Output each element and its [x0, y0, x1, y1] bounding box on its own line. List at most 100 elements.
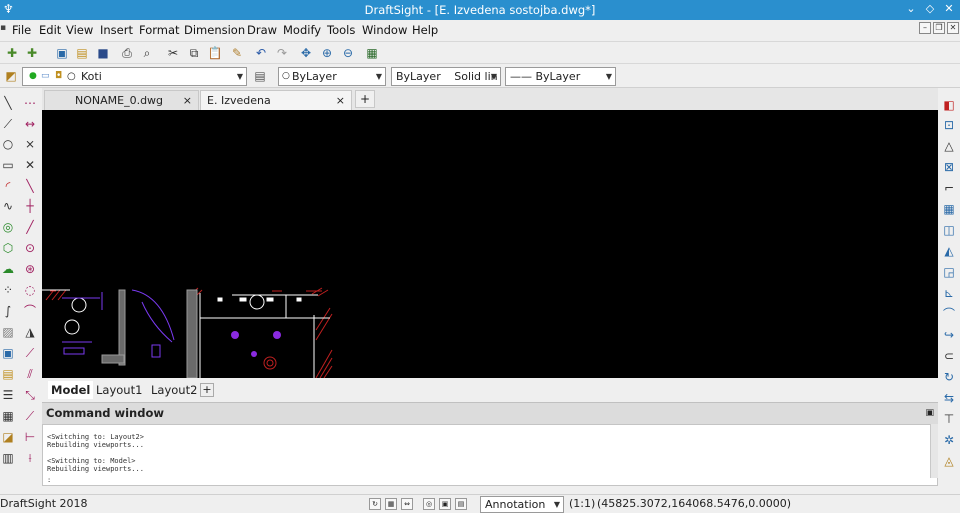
- open-folder-icon[interactable]: ▤: [74, 45, 90, 61]
- freehand-icon[interactable]: ∫: [0, 303, 16, 319]
- restore-icon[interactable]: ◇: [923, 2, 937, 16]
- menu-help[interactable]: Help: [412, 23, 438, 37]
- properties-palette-icon[interactable]: ▦: [364, 45, 380, 61]
- erase-icon[interactable]: ⊢: [22, 429, 38, 445]
- explode-icon[interactable]: ⊙: [22, 240, 38, 256]
- save-icon[interactable]: ■: [95, 45, 111, 61]
- polyline-icon[interactable]: ⟋: [0, 116, 16, 132]
- snap-nearest-icon[interactable]: ↪: [941, 327, 957, 343]
- drawing-canvas[interactable]: [42, 110, 938, 378]
- ortho-toggle-icon[interactable]: ⇔: [401, 498, 413, 510]
- snap-toggle-icon[interactable]: ↻: [369, 498, 381, 510]
- etrack-toggle-icon[interactable]: ▤: [455, 498, 467, 510]
- insert-block-icon[interactable]: ▥: [0, 450, 16, 466]
- layer-combo[interactable]: ● ▭ ◘ ○ Koti ▼: [22, 67, 247, 86]
- eraser-icon[interactable]: ◧: [941, 97, 957, 113]
- snap-settings-icon[interactable]: ✲: [941, 432, 957, 448]
- circle-icon[interactable]: ○: [0, 136, 16, 152]
- print-icon[interactable]: ⎙: [119, 45, 135, 61]
- menu-draw[interactable]: Draw: [247, 23, 277, 37]
- snap-center-icon[interactable]: ◫: [941, 222, 957, 238]
- point-icon[interactable]: ⁘: [0, 282, 16, 298]
- edit-length-icon[interactable]: ⟊: [22, 450, 38, 466]
- close-tab-icon[interactable]: ×: [336, 91, 345, 111]
- spline-icon[interactable]: ∿: [0, 198, 16, 214]
- close-tab-icon[interactable]: ×: [183, 91, 192, 111]
- undo-icon[interactable]: ↶: [253, 45, 269, 61]
- array-icon[interactable]: ⫽: [22, 366, 38, 382]
- block-icon[interactable]: ▣: [0, 345, 16, 361]
- esnap-toggle-icon[interactable]: ▣: [439, 498, 451, 510]
- new-tab-button[interactable]: +: [355, 90, 375, 108]
- copy-icon[interactable]: ⧉: [186, 45, 202, 61]
- fillet-icon[interactable]: ╱: [22, 219, 38, 235]
- table-icon[interactable]: ▤: [0, 366, 16, 382]
- grid-toggle-icon[interactable]: ▦: [385, 498, 397, 510]
- new-from-template-icon[interactable]: ✚: [24, 45, 40, 61]
- menu-tools[interactable]: Tools: [327, 23, 355, 37]
- move-icon[interactable]: ⤡: [22, 387, 38, 403]
- snap-tracking-icon[interactable]: ◬: [941, 453, 957, 469]
- pan-icon[interactable]: ✥: [298, 45, 314, 61]
- redo-icon[interactable]: ↷: [274, 45, 290, 61]
- close-icon[interactable]: ✕: [942, 2, 956, 16]
- snap-tangent-icon[interactable]: ◲: [941, 264, 957, 280]
- line-icon[interactable]: ╲: [0, 95, 16, 111]
- polygon-icon[interactable]: ⬡: [0, 240, 16, 256]
- open-icon[interactable]: ▣: [54, 45, 70, 61]
- menu-view[interactable]: View: [66, 23, 93, 37]
- doc-tab-noname[interactable]: NONAME_0.dwg ×: [44, 90, 199, 110]
- menu-dimension[interactable]: Dimension: [184, 23, 245, 37]
- snap-insertion-icon[interactable]: ⊂: [941, 348, 957, 364]
- menu-file[interactable]: File: [12, 23, 31, 37]
- snap-node-icon[interactable]: ↻: [941, 369, 957, 385]
- rotate-icon[interactable]: ⊛: [22, 261, 38, 277]
- rectangle-icon[interactable]: ▭: [0, 157, 16, 173]
- snap-midpoint-icon[interactable]: △: [941, 138, 957, 154]
- annotation-scale-combo[interactable]: Annotation ▼: [480, 496, 564, 513]
- arc-icon[interactable]: ◜: [0, 178, 16, 194]
- stretch-icon[interactable]: ⌒: [22, 303, 38, 319]
- layout-tab-layout1[interactable]: Layout1: [96, 381, 142, 399]
- minimize-icon[interactable]: ⌄: [904, 2, 918, 16]
- snap-apparent-icon[interactable]: ⇆: [941, 390, 957, 406]
- zoom-window-icon[interactable]: ⊕: [319, 45, 335, 61]
- menu-edit[interactable]: Edit: [39, 23, 61, 37]
- hatch-icon[interactable]: ▨: [0, 324, 16, 340]
- mdi-minimize-icon[interactable]: –: [919, 22, 931, 34]
- menu-format[interactable]: Format: [139, 23, 180, 37]
- revision-cloud-icon[interactable]: ☁: [0, 261, 16, 277]
- layer-previous-icon[interactable]: ▤: [252, 68, 268, 84]
- break-icon[interactable]: ╲: [22, 178, 38, 194]
- close-panel-icon[interactable]: ▣: [925, 403, 934, 424]
- print-preview-icon[interactable]: ⌕: [139, 45, 155, 61]
- snap-extension-icon[interactable]: ⌐: [941, 180, 957, 196]
- mirror-icon[interactable]: ◮: [22, 324, 38, 340]
- snap-none-icon[interactable]: ⊤: [941, 411, 957, 427]
- scale-icon[interactable]: ◌: [22, 282, 38, 298]
- ellipse-icon[interactable]: ◎: [0, 219, 16, 235]
- offset-icon[interactable]: ⟋: [22, 345, 38, 361]
- paste-icon[interactable]: 📋: [207, 45, 223, 61]
- linear-dim-icon[interactable]: ↔: [22, 116, 38, 132]
- extend-icon[interactable]: ✕: [22, 157, 38, 173]
- simple-note-icon[interactable]: ▦: [0, 408, 16, 424]
- trim-icon[interactable]: ⨯: [22, 136, 38, 152]
- mdi-restore-icon[interactable]: ❐: [933, 22, 945, 34]
- dimension-icon[interactable]: ⋯: [22, 95, 38, 111]
- command-history[interactable]: <Switching to: Layout2> Rebuilding viewp…: [42, 424, 938, 486]
- lineweight-combo[interactable]: —— ByLayer ▼: [505, 67, 616, 86]
- snap-perpendicular-icon[interactable]: ⊾: [941, 285, 957, 301]
- snap-intersection-icon[interactable]: ⊠: [941, 159, 957, 175]
- menu-window[interactable]: Window: [362, 23, 407, 37]
- snap-quadrant-icon[interactable]: ◭: [941, 243, 957, 259]
- match-properties-icon[interactable]: ✎: [229, 45, 245, 61]
- copy-entity-icon[interactable]: ⟋: [22, 408, 38, 424]
- menu-modify[interactable]: Modify: [283, 23, 321, 37]
- zoom-previous-icon[interactable]: ⊖: [340, 45, 356, 61]
- note-icon[interactable]: ☰: [0, 387, 16, 403]
- doc-tab-active[interactable]: E. Izvedena sostojba.dwg* ×: [200, 90, 352, 127]
- linetype-combo[interactable]: ByLayer Solid lin ▼: [391, 67, 501, 86]
- mdi-close-icon[interactable]: ✕: [947, 22, 959, 34]
- snap-parallel-icon[interactable]: ⌒: [941, 306, 957, 322]
